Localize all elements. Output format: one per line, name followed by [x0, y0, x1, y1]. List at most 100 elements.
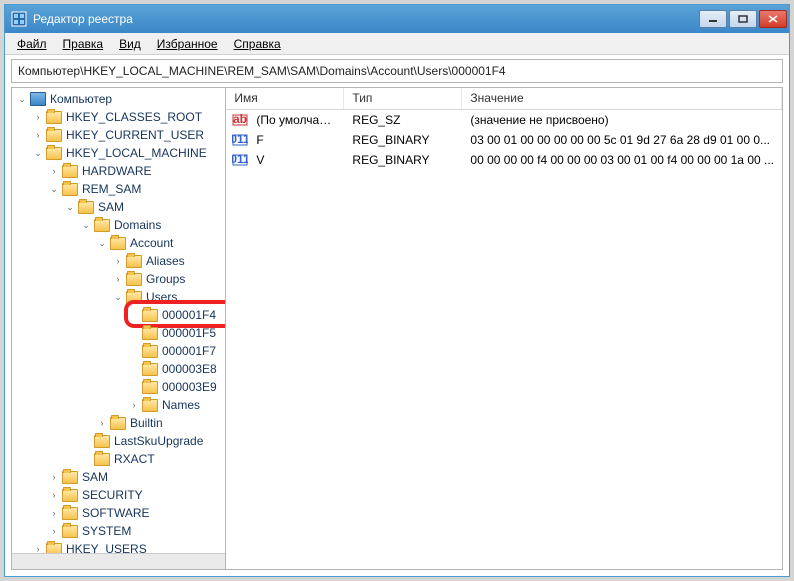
col-header-type[interactable]: Тип — [344, 88, 462, 109]
tree-node[interactable]: ›Groups — [12, 270, 225, 288]
tree-node[interactable]: ⌄REM_SAM — [12, 180, 225, 198]
tree-node[interactable]: ⌄ Компьютер — [12, 90, 225, 108]
tree-node-label: Компьютер — [50, 92, 112, 106]
tree-node-label: Aliases — [146, 254, 185, 268]
col-header-value[interactable]: Значение — [462, 88, 782, 109]
expand-icon[interactable]: › — [128, 399, 140, 411]
menu-edit[interactable]: Правка — [55, 35, 112, 53]
svg-text:011: 011 — [232, 132, 248, 146]
minimize-button[interactable] — [699, 10, 727, 28]
tree-node[interactable]: › SECURITY — [12, 486, 225, 504]
tree-scrollbar-horizontal[interactable] — [12, 553, 225, 569]
collapse-icon[interactable]: ⌄ — [112, 291, 124, 303]
tree-node[interactable]: › SOFTWARE — [12, 504, 225, 522]
registry-editor-window: Редактор реестра Файл Правка Вид Избранн… — [4, 4, 790, 577]
folder-icon — [142, 363, 158, 376]
expand-icon[interactable]: › — [48, 165, 60, 177]
binary-value-icon: 011 — [232, 132, 248, 148]
folder-icon — [126, 273, 142, 286]
tree-node[interactable]: 000003E9 — [12, 378, 225, 396]
tree-node-label: SECURITY — [82, 488, 143, 502]
collapse-icon[interactable]: ⌄ — [96, 237, 108, 249]
cell-value: 03 00 01 00 00 00 00 00 5c 01 9d 27 6a 2… — [462, 133, 782, 147]
tree-node-label: SAM — [98, 200, 124, 214]
list-body[interactable]: ab(По умолчанию)REG_SZ(значение не присв… — [226, 110, 782, 569]
expand-icon[interactable]: › — [48, 489, 60, 501]
tree-node[interactable]: › Names — [12, 396, 225, 414]
tree-node-label: HKEY_LOCAL_MACHINE — [66, 146, 207, 160]
titlebar[interactable]: Редактор реестра — [5, 5, 789, 33]
folder-icon — [62, 183, 78, 196]
folder-icon — [78, 201, 94, 214]
address-bar[interactable]: Компьютер\HKEY_LOCAL_MACHINE\REM_SAM\SAM… — [11, 59, 783, 83]
menu-favorites[interactable]: Избранное — [149, 35, 226, 53]
tree-node[interactable]: › SAM — [12, 468, 225, 486]
expand-icon[interactable]: › — [112, 273, 124, 285]
window-controls — [699, 10, 787, 28]
maximize-button[interactable] — [729, 10, 757, 28]
tree-node[interactable]: › Aliases — [12, 252, 225, 270]
cell-name: F — [248, 133, 344, 147]
expand-icon[interactable]: › — [32, 111, 44, 123]
tree-node[interactable]: › HKEY_CLASSES_ROOT — [12, 108, 225, 126]
svg-text:ab: ab — [233, 112, 247, 126]
tree-node[interactable]: RXACT — [12, 450, 225, 468]
expand-icon[interactable]: › — [48, 507, 60, 519]
menu-file[interactable]: Файл — [9, 35, 55, 53]
tree-node-label: SOFTWARE — [82, 506, 150, 520]
folder-icon — [142, 309, 158, 322]
tree-node[interactable]: ⌄Account — [12, 234, 225, 252]
computer-icon — [30, 92, 46, 106]
tree-node[interactable]: LastSkuUpgrade — [12, 432, 225, 450]
tree-node[interactable]: ›HKEY_USERS — [12, 540, 225, 553]
close-button[interactable] — [759, 10, 787, 28]
expand-icon[interactable]: › — [112, 255, 124, 267]
menu-help[interactable]: Справка — [226, 35, 289, 53]
tree-node-label: HKEY_CURRENT_USER — [66, 128, 204, 142]
spacer — [80, 435, 92, 447]
tree-node[interactable]: ⌄Domains — [12, 216, 225, 234]
expand-icon[interactable]: › — [48, 471, 60, 483]
tree-node[interactable]: ⌄ HKEY_LOCAL_MACHINE — [12, 144, 225, 162]
folder-icon — [46, 111, 62, 124]
expand-icon[interactable]: › — [32, 129, 44, 141]
tree-node[interactable]: 000001F7 — [12, 342, 225, 360]
expand-icon[interactable]: › — [32, 543, 44, 553]
tree-node[interactable]: 000003E8 — [12, 360, 225, 378]
tree-node[interactable]: ⌄Users — [12, 288, 225, 306]
tree-node-label: HKEY_CLASSES_ROOT — [66, 110, 202, 124]
tree-node-label: RXACT — [114, 452, 155, 466]
collapse-icon[interactable]: ⌄ — [64, 201, 76, 213]
tree-node[interactable]: ›HARDWARE — [12, 162, 225, 180]
tree-node[interactable]: ⌄ SAM — [12, 198, 225, 216]
tree-node[interactable]: › Builtin — [12, 414, 225, 432]
cell-name: (По умолчанию) — [248, 113, 344, 127]
collapse-icon[interactable]: ⌄ — [80, 219, 92, 231]
collapse-icon[interactable]: ⌄ — [32, 147, 44, 159]
collapse-icon[interactable]: ⌄ — [16, 93, 28, 105]
tree-node-label: 000001F5 — [162, 326, 216, 340]
tree-node-label: SAM — [82, 470, 108, 484]
tree-node-label: Names — [162, 398, 200, 412]
value-row[interactable]: 011VREG_BINARY00 00 00 00 f4 00 00 00 03… — [226, 150, 782, 170]
cell-type: REG_SZ — [344, 113, 462, 127]
tree-node[interactable]: › HKEY_CURRENT_USER — [12, 126, 225, 144]
folder-icon — [62, 507, 78, 520]
value-row[interactable]: 011FREG_BINARY03 00 01 00 00 00 00 00 5c… — [226, 130, 782, 150]
folder-icon — [142, 399, 158, 412]
tree-node[interactable]: 000001F5 — [12, 324, 225, 342]
expand-icon[interactable]: › — [48, 525, 60, 537]
registry-tree[interactable]: ⌄ Компьютер › HKEY_CLASSES_ROOT › HKEY_CURREN… — [12, 88, 225, 553]
tree-node-label: Builtin — [130, 416, 163, 430]
cell-value: (значение не присвоено) — [462, 113, 782, 127]
value-row[interactable]: ab(По умолчанию)REG_SZ(значение не присв… — [226, 110, 782, 130]
tree-node[interactable]: ›SYSTEM — [12, 522, 225, 540]
folder-icon — [94, 453, 110, 466]
col-header-name[interactable]: Имя — [226, 88, 344, 109]
cell-value: 00 00 00 00 f4 00 00 00 03 00 01 00 f4 0… — [462, 153, 782, 167]
collapse-icon[interactable]: ⌄ — [48, 183, 60, 195]
folder-icon — [126, 255, 142, 268]
tree-node[interactable]: 000001F4 — [12, 306, 225, 324]
expand-icon[interactable]: › — [96, 417, 108, 429]
menu-view[interactable]: Вид — [111, 35, 149, 53]
